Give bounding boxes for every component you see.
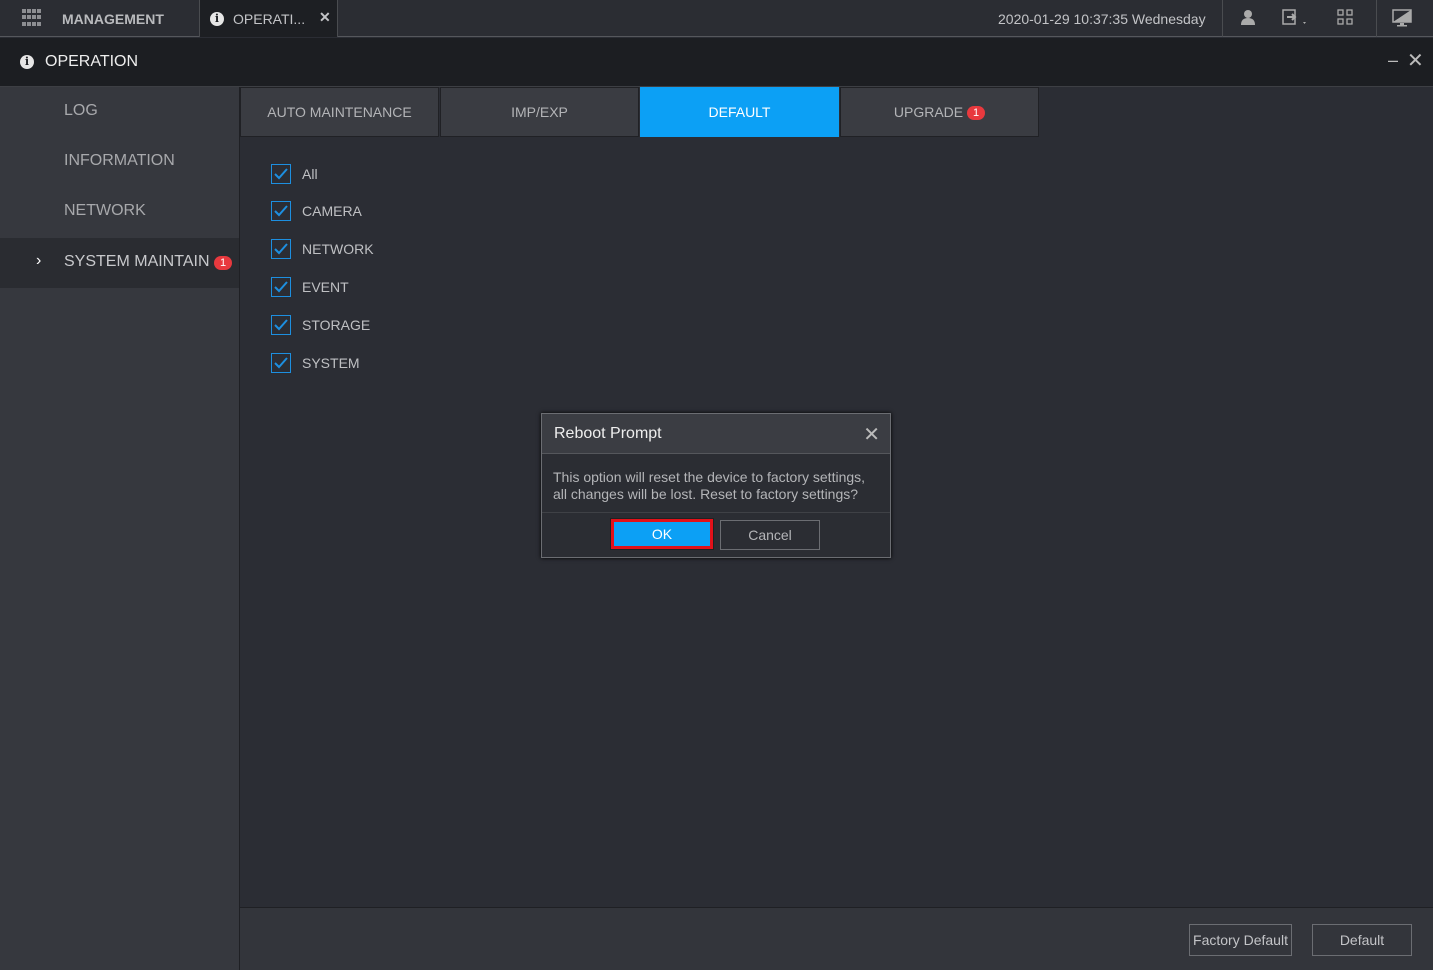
sidebar-item-log[interactable]: LOG — [0, 87, 239, 137]
notification-badge: 1 — [214, 256, 233, 270]
checkbox[interactable] — [271, 164, 291, 184]
checkbox-label: STORAGE — [302, 317, 371, 333]
divider — [1222, 0, 1223, 37]
close-icon[interactable]: ✕ — [1407, 48, 1424, 73]
checkbox-label: All — [302, 166, 318, 182]
page-title: OPERATION — [45, 53, 139, 70]
dialog-message: This option will reset the device to fac… — [553, 469, 883, 503]
checkbox[interactable] — [271, 353, 291, 373]
minimize-icon[interactable]: – — [1388, 50, 1398, 71]
top-bar: MANAGEMENT i OPERATI... ✕ 2020-01-29 10:… — [0, 0, 1433, 37]
sidebar-item-information[interactable]: INFORMATION — [0, 137, 239, 187]
dialog-message-line: This option will reset the device to fac… — [553, 469, 866, 485]
dialog-message-line: all changes will be lost. Reset to facto… — [553, 486, 859, 502]
checkbox[interactable] — [271, 277, 291, 297]
tab-operation[interactable]: i OPERATI... ✕ — [199, 0, 338, 37]
tab-upgrade-label: UPGRADE — [893, 104, 964, 120]
logout-icon[interactable] — [1282, 9, 1308, 32]
tab-upgrade[interactable]: UPGRADE 1 — [840, 87, 1039, 137]
info-icon: i — [20, 55, 34, 69]
dialog-title: Reboot Prompt — [554, 425, 662, 442]
checkmark-icon — [274, 168, 288, 180]
apps-grid-icon[interactable] — [22, 9, 42, 27]
tab-auto-maintenance[interactable]: AUTO MAINTENANCE — [240, 87, 439, 137]
monitor-icon[interactable] — [1392, 9, 1412, 32]
checkmark-icon — [274, 243, 288, 255]
management-label[interactable]: MANAGEMENT — [62, 11, 164, 27]
checkbox[interactable] — [271, 239, 291, 259]
checkmark-icon — [274, 357, 288, 369]
checkmark-icon — [274, 281, 288, 293]
window-title-bar: i OPERATION – ✕ — [0, 38, 1433, 87]
tab-default[interactable]: DEFAULT — [640, 87, 839, 137]
sidebar-item-system-maintain[interactable]: › SYSTEM MAINTAIN 1 — [0, 238, 239, 288]
tab-imp-exp[interactable]: IMP/EXP — [440, 87, 639, 137]
factory-default-button[interactable]: Factory Default — [1189, 924, 1292, 956]
sidebar-item-network[interactable]: NETWORK — [0, 187, 239, 237]
ok-button[interactable]: OK — [610, 518, 714, 550]
info-icon: i — [210, 12, 224, 26]
default-button[interactable]: Default — [1312, 924, 1412, 956]
checkbox-label: CAMERA — [302, 203, 362, 219]
sidebar: LOG INFORMATION NETWORK › SYSTEM MAINTAI… — [0, 87, 240, 970]
dialog-header: Reboot Prompt ✕ — [542, 414, 890, 454]
chevron-right-icon: › — [36, 252, 42, 269]
sidebar-item-label: INFORMATION — [64, 152, 175, 169]
close-tab-icon[interactable]: ✕ — [319, 9, 331, 26]
datetime: 2020-01-29 10:37:35 Wednesday — [998, 11, 1206, 27]
close-icon[interactable]: ✕ — [863, 422, 880, 447]
user-icon[interactable] — [1240, 9, 1256, 30]
sidebar-item-label: NETWORK — [64, 202, 146, 219]
cancel-button[interactable]: Cancel — [720, 520, 820, 550]
checkbox-label: NETWORK — [302, 241, 374, 257]
qr-code-icon[interactable] — [1337, 9, 1353, 30]
sidebar-item-label: SYSTEM MAINTAIN — [64, 253, 210, 270]
checkbox-label: SYSTEM — [302, 355, 360, 371]
checkmark-icon — [274, 205, 288, 217]
reboot-prompt-dialog: Reboot Prompt ✕ This option will reset t… — [541, 413, 891, 558]
checkmark-icon — [274, 319, 288, 331]
checkbox[interactable] — [271, 201, 291, 221]
divider — [542, 512, 890, 513]
checkbox[interactable] — [271, 315, 291, 335]
footer-bar: Factory Default Default — [240, 907, 1433, 970]
notification-badge: 1 — [967, 106, 986, 121]
divider — [1376, 0, 1377, 37]
tab-operation-label: OPERATI... — [233, 11, 306, 27]
checkbox-label: EVENT — [302, 279, 349, 295]
sidebar-item-label: LOG — [64, 102, 98, 119]
